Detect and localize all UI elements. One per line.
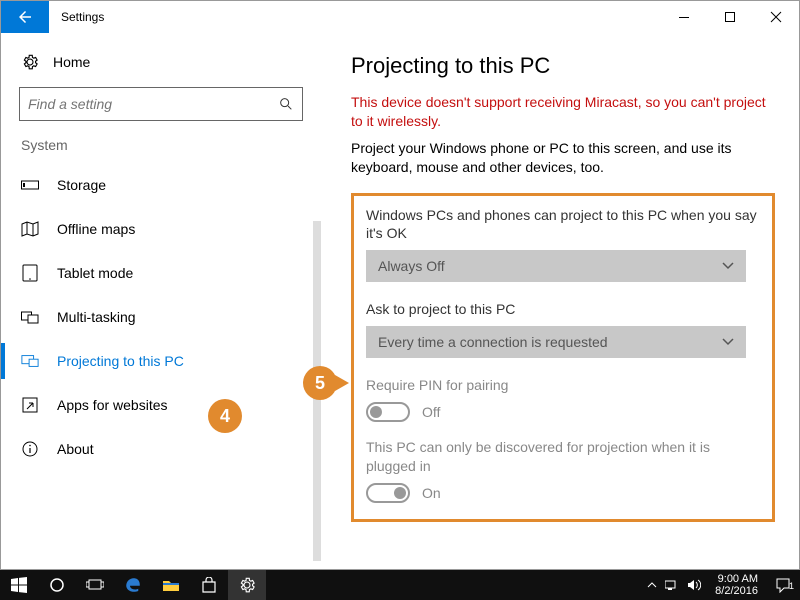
search-box[interactable] [19,87,303,121]
callout-badge-4: 4 [208,399,242,433]
chevron-down-icon [722,338,734,346]
chevron-down-icon [722,262,734,270]
info-icon [21,440,39,458]
action-center-button[interactable]: 1 [766,577,800,593]
opt-require-pin-label: Require PIN for pairing [366,376,760,394]
clock-time: 9:00 AM [715,573,758,585]
minimize-button[interactable] [661,1,707,33]
map-icon [21,220,39,238]
miracast-error: This device doesn't support receiving Mi… [351,93,775,131]
system-tray[interactable] [641,579,707,591]
taskbar: 9:00 AM 8/2/2016 1 [0,570,800,600]
dropdown-value: Always Off [378,258,445,274]
close-icon [770,11,782,23]
sidebar-item-tablet-mode[interactable]: Tablet mode [1,251,321,295]
gear-icon [238,576,256,594]
sidebar-item-label: Storage [57,177,106,193]
page-description: Project your Windows phone or PC to this… [351,139,775,177]
sidebar-item-label: Multi-tasking [57,309,136,325]
close-button[interactable] [753,1,799,33]
taskbar-edge[interactable] [114,570,152,600]
start-button[interactable] [0,570,38,600]
sidebar-item-label: About [57,441,94,457]
settings-window: Settings Home System [0,0,800,570]
taskview-icon [86,578,104,592]
page-title: Projecting to this PC [351,53,775,79]
projecting-icon [21,352,39,370]
taskbar-store[interactable] [190,570,228,600]
taskbar-explorer[interactable] [152,570,190,600]
notification-count: 1 [789,581,794,591]
cortana-icon [49,577,65,593]
folder-icon [162,578,180,592]
tablet-icon [21,264,39,282]
opt-plugged-in-toggle[interactable] [366,483,410,503]
opt-require-pin-toggle[interactable] [366,402,410,422]
sidebar-item-projecting[interactable]: Projecting to this PC [1,339,321,383]
sidebar-item-multitasking[interactable]: Multi-tasking [1,295,321,339]
taskview-button[interactable] [76,570,114,600]
sidebar-item-label: Tablet mode [57,265,133,281]
content-pane: Projecting to this PC This device doesn'… [321,33,799,569]
opt-plugged-in-label: This PC can only be discovered for proje… [366,438,760,474]
sidebar-item-storage[interactable]: Storage [1,163,321,207]
back-button[interactable] [1,1,49,33]
opt-ask-project-dropdown[interactable]: Every time a connection is requested [366,326,746,358]
callout-badge-5: 5 [303,366,337,400]
maximize-button[interactable] [707,1,753,33]
opt-project-permission-label: Windows PCs and phones can project to th… [366,206,760,242]
edge-icon [124,576,142,594]
toggle-state: Off [422,404,440,420]
options-highlight-box: Windows PCs and phones can project to th… [351,193,775,522]
sidebar-item-apps-for-websites[interactable]: Apps for websites [1,383,321,427]
tray-network-icon[interactable] [665,579,679,591]
windows-icon [11,577,27,593]
tray-chevron-up-icon[interactable] [647,581,657,589]
taskbar-clock[interactable]: 9:00 AM 8/2/2016 [707,573,766,597]
dropdown-value: Every time a connection is requested [378,334,608,350]
arrow-left-icon [16,8,34,26]
sidebar-item-label: Projecting to this PC [57,353,184,369]
opt-project-permission-dropdown[interactable]: Always Off [366,250,746,282]
tray-volume-icon[interactable] [687,579,701,591]
search-input[interactable] [28,96,278,112]
cortana-button[interactable] [38,570,76,600]
sidebar: Home System Storage Offline maps [1,33,321,569]
sidebar-item-label: Apps for websites [57,397,168,413]
taskbar-settings[interactable] [228,570,266,600]
section-label: System [1,135,321,163]
titlebar: Settings [1,1,799,33]
home-label: Home [53,54,90,70]
gear-icon [21,53,39,71]
maximize-icon [724,11,736,23]
sidebar-item-offline-maps[interactable]: Offline maps [1,207,321,251]
sidebar-item-about[interactable]: About [1,427,321,471]
minimize-icon [678,11,690,23]
apps-icon [21,396,39,414]
clock-date: 8/2/2016 [715,585,758,597]
store-icon [201,577,217,593]
sidebar-item-label: Offline maps [57,221,135,237]
window-title: Settings [49,1,116,33]
home-nav[interactable]: Home [1,45,321,87]
search-icon [278,96,294,112]
storage-icon [21,176,39,194]
opt-ask-project-label: Ask to project to this PC [366,300,760,318]
nav-list: Storage Offline maps Tablet mode Multi-t… [1,163,321,471]
multitask-icon [21,308,39,326]
toggle-state: On [422,485,441,501]
